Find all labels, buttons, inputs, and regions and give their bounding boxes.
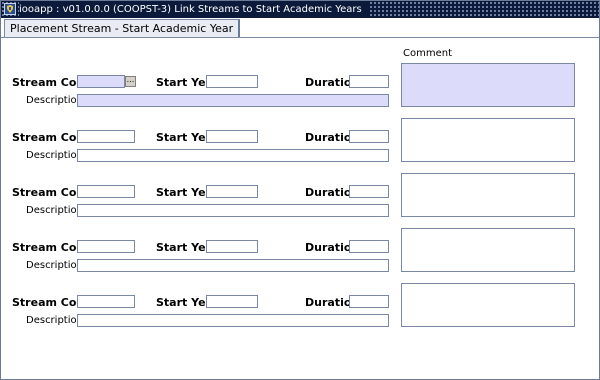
duration-field[interactable] [349, 240, 389, 253]
duration-field[interactable] [349, 295, 389, 308]
title-bar[interactable]: iooapp : v01.0.0.0 (COOPST-3) Link Strea… [1, 1, 599, 18]
tab-placement-stream[interactable]: Placement Stream - Start Academic Year [4, 19, 241, 37]
description-field[interactable] [77, 314, 389, 327]
lov-button[interactable]: ... [125, 76, 136, 87]
start-year-field[interactable] [206, 295, 258, 308]
description-label: Description [26, 315, 83, 326]
description-label: Description [26, 150, 83, 161]
description-field[interactable] [77, 149, 389, 162]
description-label: Description [26, 260, 83, 271]
window-title: iooapp : v01.0.0.0 (COOPST-3) Link Strea… [19, 2, 368, 17]
app-icon [4, 3, 16, 15]
stream-code-field[interactable] [77, 185, 135, 198]
duration-field[interactable] [349, 130, 389, 143]
stream-code-field[interactable] [77, 240, 135, 253]
comment-field[interactable] [401, 173, 575, 217]
stream-code-field[interactable] [77, 295, 135, 308]
start-year-field[interactable] [206, 130, 258, 143]
duration-field[interactable] [349, 185, 389, 198]
description-label: Description [26, 205, 83, 216]
description-field[interactable] [77, 204, 389, 217]
comment-field[interactable] [401, 118, 575, 162]
app-window: iooapp : v01.0.0.0 (COOPST-3) Link Strea… [0, 0, 600, 380]
description-field[interactable] [77, 259, 389, 272]
comment-field[interactable] [401, 63, 575, 107]
start-year-field[interactable] [206, 240, 258, 253]
duration-field[interactable] [349, 75, 389, 88]
tab-strip: Placement Stream - Start Academic Year [1, 18, 599, 38]
comment-field[interactable] [401, 283, 575, 327]
comment-heading: Comment [403, 48, 452, 59]
start-year-field[interactable] [206, 185, 258, 198]
start-year-field[interactable] [206, 75, 258, 88]
description-field[interactable] [77, 94, 389, 107]
stream-code-field[interactable] [77, 75, 125, 88]
comment-field[interactable] [401, 228, 575, 272]
description-label: Description [26, 95, 83, 106]
stream-code-field[interactable] [77, 130, 135, 143]
